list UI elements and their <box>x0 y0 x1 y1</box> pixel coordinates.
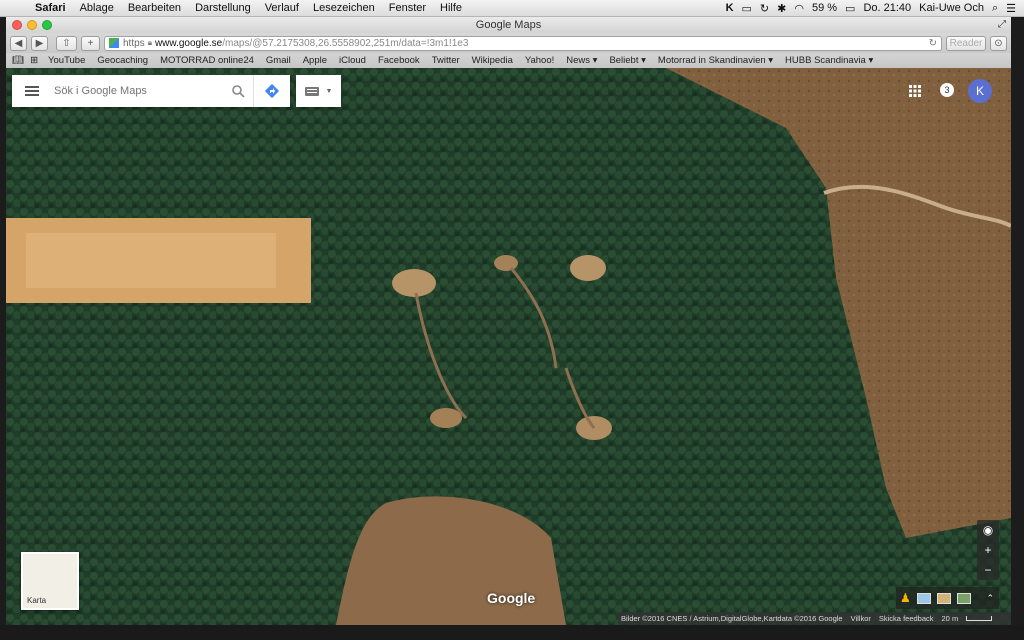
zoom-out-button[interactable]: − <box>977 560 999 580</box>
menu-darstellung[interactable]: Darstellung <box>188 2 258 14</box>
minimize-window-button[interactable] <box>27 20 37 30</box>
title-bar: Google Maps ⤢ <box>6 17 1011 33</box>
bookmarks-bar: 📖︎ ⊞ YouTube Geocaching MOTORRAD online2… <box>6 53 1011 69</box>
url-domain: www.google.se <box>154 37 223 49</box>
satellite-imagery <box>6 68 1011 625</box>
bookmark-yahoo[interactable]: Yahoo! <box>519 55 560 66</box>
bookmark-folder-beliebt[interactable]: Beliebt ▾ <box>603 55 651 66</box>
scale-label[interactable]: 20 m <box>942 614 959 623</box>
notification-center-icon[interactable]: ☰ <box>1006 2 1016 15</box>
pegman-icon[interactable]: ♟ <box>900 591 911 605</box>
address-bar[interactable]: https 🔒︎ www.google.se /maps/@57.2175308… <box>104 35 942 51</box>
menu-bar: Safari Ablage Bearbeiten Darstellung Ver… <box>0 0 1024 17</box>
bookmark-gmail[interactable]: Gmail <box>260 55 297 66</box>
imagery-thumb-3[interactable] <box>956 592 971 604</box>
bookmark-youtube[interactable]: YouTube <box>42 55 91 66</box>
bookmark-apple[interactable]: Apple <box>297 55 333 66</box>
site-favicon-icon <box>109 38 119 48</box>
maps-search-box <box>12 75 290 107</box>
bookmark-motorrad-online24[interactable]: MOTORRAD online24 <box>154 55 260 66</box>
imagery-panel: ♟ ⌃ <box>896 587 999 609</box>
satellite-map[interactable]: ▼ 3 K Karta ◉ + − ♟ ⌃ Google Bilder ©201… <box>6 68 1011 625</box>
reading-list-icon[interactable]: 📖︎ <box>12 55 24 66</box>
apps-grid-icon[interactable] <box>909 84 921 102</box>
bluetooth-icon[interactable]: ✱ <box>777 2 786 15</box>
zoom-controls: ◉ + − <box>977 520 999 580</box>
expand-chevron-icon[interactable]: ⌃ <box>986 593 994 604</box>
user-name[interactable]: Kai-Uwe Och <box>919 2 984 14</box>
url-scheme: https <box>123 37 145 49</box>
menu-hilfe[interactable]: Hilfe <box>433 2 469 14</box>
wifi-icon[interactable]: ◠ <box>794 2 804 15</box>
url-path: /maps/@57.2175308,26.5558902,251m/data=!… <box>222 37 469 49</box>
menu-lesezeichen[interactable]: Lesezeichen <box>306 2 382 14</box>
browser-toolbar: ◀ ▶ ⇧ + https 🔒︎ www.google.se /maps/@57… <box>6 33 1011 53</box>
airplay-icon[interactable]: ▭ <box>742 2 752 15</box>
directions-button[interactable] <box>253 75 290 107</box>
imagery-attribution: Bilder ©2016 CNES / Astrium,DigitalGlobe… <box>621 614 843 623</box>
zoom-window-button[interactable] <box>42 20 52 30</box>
menu-bearbeiten[interactable]: Bearbeiten <box>121 2 188 14</box>
bookmark-wikipedia[interactable]: Wikipedia <box>466 55 519 66</box>
status-area: K ▭ ↻ ✱ ◠ 59 % ▭ Do. 21:40 Kai-Uwe Och ⌕… <box>726 2 1024 15</box>
keyboard-icon <box>304 86 319 96</box>
bookmark-folder-hubb-scandinavia[interactable]: HUBB Scandinavia ▾ <box>779 55 879 66</box>
feedback-link[interactable]: Skicka feedback <box>879 614 934 623</box>
time-machine-icon[interactable]: ↻ <box>760 2 769 15</box>
forward-button[interactable]: ▶ <box>31 35 48 51</box>
browser-window: Google Maps ⤢ ◀ ▶ ⇧ + https 🔒︎ www.googl… <box>6 17 1011 625</box>
maps-search-input[interactable] <box>52 84 206 98</box>
zoom-in-button[interactable]: + <box>977 540 999 560</box>
imagery-thumb-2[interactable] <box>936 592 951 604</box>
map-type-label: Karta <box>27 596 47 605</box>
battery-icon[interactable]: ▭ <box>845 2 855 15</box>
spotlight-icon[interactable]: ⌕ <box>992 2 998 15</box>
compass-icon[interactable]: ◉ <box>977 520 999 540</box>
terms-link[interactable]: Villkor <box>851 614 871 623</box>
window-title: Google Maps <box>475 19 542 31</box>
bookmark-folder-motorrad-skandinavien[interactable]: Motorrad in Skandinavien ▾ <box>652 55 779 66</box>
bookmark-geocaching[interactable]: Geocaching <box>91 55 154 66</box>
back-button[interactable]: ◀ <box>10 35 27 51</box>
menu-verlauf[interactable]: Verlauf <box>258 2 306 14</box>
bookmark-facebook[interactable]: Facebook <box>372 55 426 66</box>
window-controls <box>12 20 52 30</box>
reload-icon[interactable]: ↻ <box>929 38 937 49</box>
clock[interactable]: Do. 21:40 <box>863 2 911 14</box>
search-icon[interactable] <box>223 84 253 98</box>
menu-icon[interactable] <box>12 86 52 96</box>
scale-bar <box>966 616 993 621</box>
google-logo: Google <box>487 590 536 606</box>
menu-fenster[interactable]: Fenster <box>382 2 433 14</box>
input-tools-button[interactable]: ▼ <box>296 75 341 107</box>
notifications-badge[interactable]: 3 <box>940 83 954 97</box>
menu-app-safari[interactable]: Safari <box>28 2 73 14</box>
directions-icon <box>264 83 280 99</box>
map-type-toggle[interactable]: Karta <box>21 552 79 610</box>
top-sites-icon[interactable]: ⊞ <box>30 55 38 66</box>
downloads-button[interactable]: ⊙ <box>990 35 1007 51</box>
share-button[interactable]: ⇧ <box>56 35 77 51</box>
chevron-down-icon: ▼ <box>325 87 333 95</box>
bookmark-folder-news[interactable]: News ▾ <box>560 55 603 66</box>
k-app-icon[interactable]: K <box>726 2 734 14</box>
close-window-button[interactable] <box>12 20 22 30</box>
new-tab-button[interactable]: + <box>81 35 100 51</box>
account-avatar[interactable]: K <box>968 79 992 103</box>
bookmark-icloud[interactable]: iCloud <box>333 55 372 66</box>
fullscreen-icon[interactable]: ⤢ <box>998 17 1006 33</box>
menu-ablage[interactable]: Ablage <box>73 2 121 14</box>
map-footer: Bilder ©2016 CNES / Astrium,DigitalGlobe… <box>618 612 1011 625</box>
battery-percent[interactable]: 59 % <box>812 2 837 14</box>
lock-icon: 🔒︎ <box>147 38 152 47</box>
reader-button[interactable]: Reader <box>946 35 986 51</box>
imagery-thumb-1[interactable] <box>916 592 931 604</box>
dock-strip <box>0 625 1024 640</box>
bookmark-twitter[interactable]: Twitter <box>426 55 466 66</box>
